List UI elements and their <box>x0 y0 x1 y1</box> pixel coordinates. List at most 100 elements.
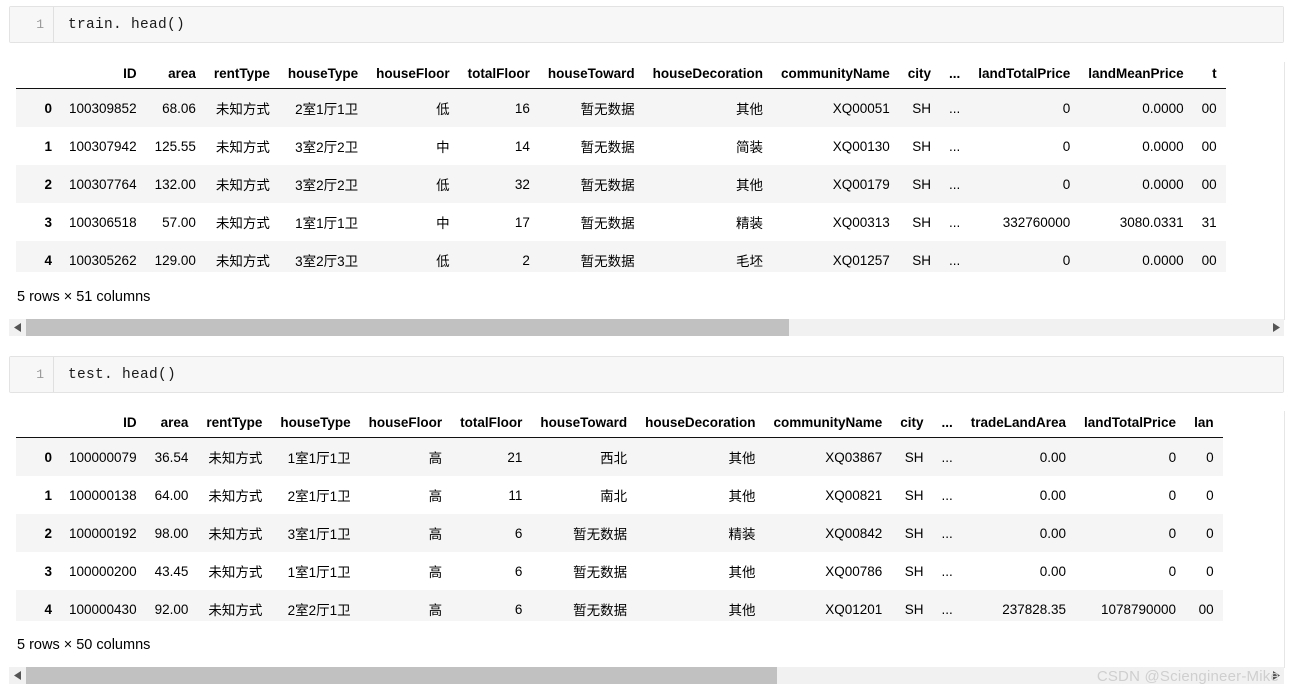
code-source-train[interactable]: train. head() <box>54 7 1283 42</box>
cell-city: SH <box>904 525 924 541</box>
cell-renttype: 未知方式 <box>208 603 263 618</box>
cell-housetype: 2室1厅1卫 <box>295 102 359 117</box>
col-header-housedecoration: houseDecoration <box>652 66 763 81</box>
cell-ellipsis: ... <box>949 252 961 268</box>
scroll-left-arrow-icon[interactable] <box>9 319 26 336</box>
cell-housedecoration: 其他 <box>728 489 756 504</box>
table-row: 1 100307942 125.55 未知方式 3室2厅2卫 中 14 暂无数据… <box>16 127 1226 165</box>
cell-renttype: 未知方式 <box>208 565 263 580</box>
cell-housetoward: 暂无数据 <box>580 178 635 193</box>
cell-area: 43.45 <box>154 563 189 579</box>
scrollbar-track[interactable] <box>26 319 1267 336</box>
dataframe-body-train: 0 100309852 68.06 未知方式 2室1厅1卫 低 16 暂无数据 … <box>16 88 1226 272</box>
scroll-left-arrow-icon[interactable] <box>9 667 26 684</box>
scroll-right-arrow-icon[interactable] <box>1267 319 1284 336</box>
cell-landmeanprice: 0.0000 <box>1142 100 1184 116</box>
cell-communityname: XQ00821 <box>825 487 883 503</box>
scrollbar-thumb[interactable] <box>26 319 790 336</box>
cell-truncated: 0 <box>1206 487 1214 503</box>
cell-housetype: 3室2厅2卫 <box>295 140 359 155</box>
cell-communityname: XQ00842 <box>825 525 883 541</box>
dataframe-table-test: ID area rentType houseType houseFloor to… <box>16 411 1223 621</box>
cell-renttype: 未知方式 <box>208 527 263 542</box>
cell-housefloor: 高 <box>428 527 443 542</box>
cell-housetype: 3室2厅2卫 <box>295 178 359 193</box>
cell-communityname: XQ00179 <box>832 176 890 192</box>
cell-housedecoration: 精装 <box>735 216 763 231</box>
cell-housetoward: 暂无数据 <box>573 603 628 618</box>
row-index: 0 <box>44 100 52 116</box>
col-header-city: city <box>907 66 931 81</box>
code-cell-test[interactable]: 1 test. head() <box>9 356 1284 393</box>
cell-renttype: 未知方式 <box>215 216 270 231</box>
cell-id: 100000138 <box>69 487 137 503</box>
scrollbar-track[interactable] <box>26 667 1267 684</box>
cell-ellipsis: ... <box>949 138 961 154</box>
watermark-text: CSDN @Sciengineer-Mike <box>1096 668 1279 685</box>
cell-area: 92.00 <box>154 601 189 617</box>
cell-area: 129.00 <box>154 252 196 268</box>
col-header-area: area <box>168 66 196 81</box>
cell-id: 100309852 <box>69 100 137 116</box>
cell-area: 125.55 <box>154 138 196 154</box>
row-index: 1 <box>44 487 52 503</box>
cell-id: 100000200 <box>69 563 137 579</box>
cell-id: 100307764 <box>69 176 137 192</box>
col-header-housefloor: houseFloor <box>376 66 450 81</box>
cell-landtotalprice: 0 <box>1062 252 1071 268</box>
cell-landmeanprice: 3080.0331 <box>1119 214 1184 230</box>
col-header-renttype: rentType <box>206 415 263 430</box>
cell-communityname: XQ03867 <box>825 449 883 465</box>
table-row: 4 100000430 92.00 未知方式 2室2厅1卫 高 6 暂无数据 其… <box>16 590 1223 621</box>
cell-ellipsis: ... <box>941 487 953 503</box>
row-index: 2 <box>44 525 52 541</box>
code-cell-input-train[interactable]: 1 train. head() <box>9 6 1284 43</box>
code-cell-train[interactable]: 1 train. head() <box>9 6 1284 43</box>
cell-renttype: 未知方式 <box>215 140 270 155</box>
cell-area: 132.00 <box>154 176 196 192</box>
cell-city: SH <box>904 601 924 617</box>
output-right-border-test <box>1284 411 1285 668</box>
cell-id: 100000430 <box>69 601 137 617</box>
horizontal-scrollbar-train[interactable] <box>9 319 1284 336</box>
cell-landtotalprice: 0 <box>1062 100 1071 116</box>
cell-renttype: 未知方式 <box>215 254 270 269</box>
cell-housefloor: 高 <box>428 489 443 504</box>
cell-housetype: 1室1厅1卫 <box>287 451 351 466</box>
cell-landmeanprice: 0.0000 <box>1142 176 1184 192</box>
cell-ellipsis: ... <box>941 449 953 465</box>
cell-city: SH <box>912 176 931 192</box>
code-source-test[interactable]: test. head() <box>54 357 1283 392</box>
cell-housefloor: 低 <box>436 254 450 269</box>
header-row: ID area rentType houseType houseFloor to… <box>16 411 1223 438</box>
cell-totalfloor: 16 <box>514 100 530 116</box>
dataframe-shape-note-train: 5 rows × 51 columns <box>17 289 151 305</box>
col-header-ellipsis: ... <box>949 66 961 81</box>
cell-totalfloor: 14 <box>514 138 530 154</box>
cell-ellipsis: ... <box>941 563 953 579</box>
cell-id: 100305262 <box>69 252 137 268</box>
cell-area: 64.00 <box>154 487 189 503</box>
cell-landtotalprice: 0 <box>1062 176 1071 192</box>
row-index: 3 <box>44 214 52 230</box>
cell-communityname: XQ01201 <box>825 601 883 617</box>
col-header-communityname: communityName <box>773 415 883 430</box>
cell-truncated: 31 <box>1201 214 1217 230</box>
col-header-truncated: t <box>1212 66 1217 81</box>
cell-totalfloor: 11 <box>508 487 523 503</box>
row-index: 0 <box>44 449 52 465</box>
cell-city: SH <box>904 563 924 579</box>
cell-housefloor: 高 <box>428 565 443 580</box>
cell-city: SH <box>904 449 924 465</box>
row-index: 4 <box>44 252 52 268</box>
col-header-id: ID <box>123 66 137 81</box>
cell-housedecoration: 精装 <box>728 527 756 542</box>
scrollbar-thumb[interactable] <box>26 667 777 684</box>
cell-city: SH <box>912 138 931 154</box>
code-cell-input-test[interactable]: 1 test. head() <box>9 356 1284 393</box>
table-row: 0 100309852 68.06 未知方式 2室1厅1卫 低 16 暂无数据 … <box>16 88 1226 127</box>
cell-housefloor: 高 <box>428 451 443 466</box>
cell-truncated: 0 <box>1206 563 1214 579</box>
horizontal-scrollbar-test[interactable] <box>9 667 1284 684</box>
row-index: 3 <box>44 563 52 579</box>
